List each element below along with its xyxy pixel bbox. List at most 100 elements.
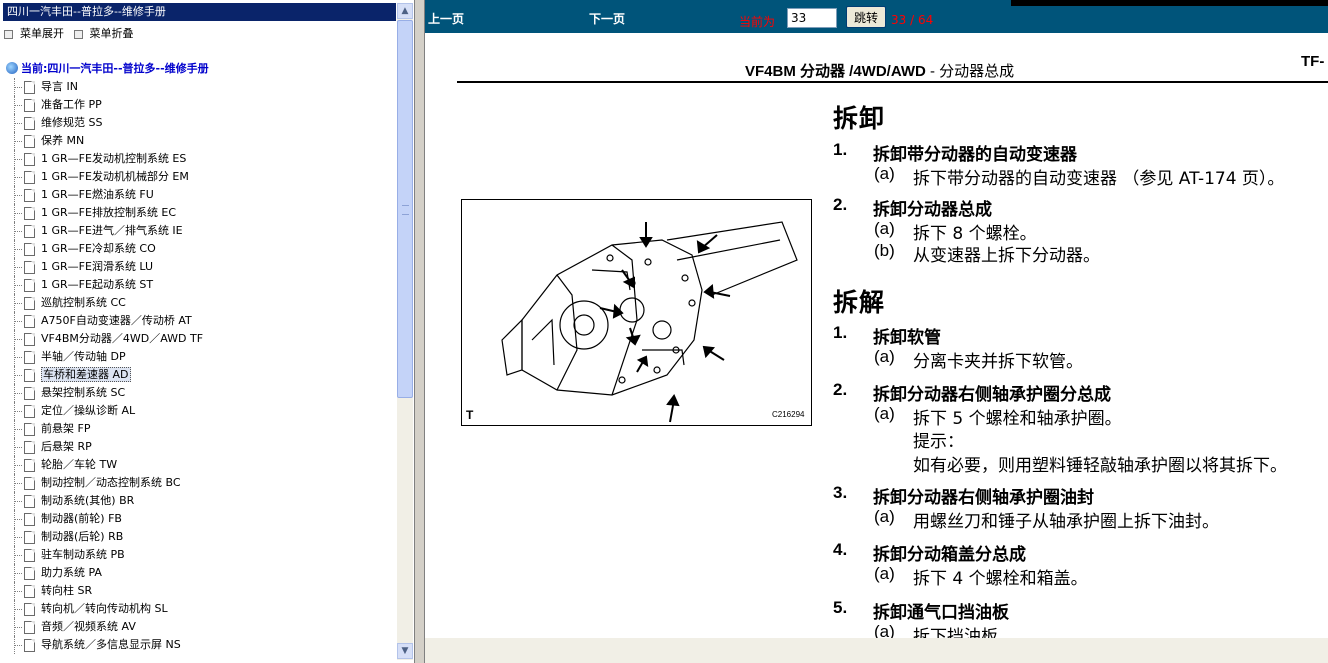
frame-splitter[interactable] [415, 0, 424, 663]
tree-branch [14, 537, 22, 538]
step-title: 拆卸分动器右侧轴承护圈油封 [873, 488, 1094, 508]
tree-item-label: 1 GR—FE进气／排气系统 IE [41, 224, 183, 237]
tree-item[interactable]: 准备工作 PP [0, 96, 396, 114]
tree-item[interactable]: 轮胎／车轮 TW [0, 456, 396, 474]
document-icon [24, 189, 35, 202]
jump-button[interactable]: 跳转 [846, 6, 886, 28]
tree-branch [14, 339, 22, 340]
tree-item[interactable]: 定位／操纵诊断 AL [0, 402, 396, 420]
tree-item[interactable]: 1 GR—FE燃油系统 FU [0, 186, 396, 204]
substep-letter: (b) [874, 241, 895, 260]
scroll-up-button[interactable]: ▲ [397, 3, 413, 19]
document-icon [24, 495, 35, 508]
tree-item[interactable]: 1 GR—FE发动机控制系统 ES [0, 150, 396, 168]
tree-item[interactable]: 导言 IN [0, 78, 396, 96]
tree-root[interactable]: 当前:四川一汽丰田--普拉多--维修手册 [6, 60, 209, 76]
next-page-link[interactable]: 下一页 [589, 10, 625, 27]
tree-item[interactable]: 制动器(后轮) RB [0, 528, 396, 546]
substep-letter: (a) [874, 507, 895, 526]
tree-item[interactable]: 悬架控制系统 SC [0, 384, 396, 402]
tree-branch [14, 231, 22, 232]
document-icon [24, 639, 35, 652]
tree-item-label: 1 GR—FE燃油系统 FU [41, 188, 154, 201]
tree-item[interactable]: 助力系统 PA [0, 564, 396, 582]
document-icon [24, 99, 35, 112]
tree-item[interactable]: 半轴／传动轴 DP [0, 348, 396, 366]
tree-item[interactable]: 1 GR—FE发动机机械部分 EM [0, 168, 396, 186]
tree-item[interactable]: A750F自动变速器／传动桥 AT [0, 312, 396, 330]
step-number: 3. [833, 483, 848, 502]
section-title-disassembly: 拆解 [833, 288, 886, 317]
tree-branch [14, 267, 22, 268]
horizontal-scrollbar[interactable] [425, 638, 1328, 663]
tree-branch [14, 411, 22, 412]
scroll-thumb[interactable] [397, 20, 413, 398]
document-icon [24, 405, 35, 418]
tree-item-label: 准备工作 PP [41, 98, 102, 111]
step-title: 拆卸软管 [873, 328, 941, 348]
tree-item-label: 1 GR—FE冷却系统 CO [41, 242, 156, 255]
tree-branch [14, 573, 22, 574]
tree-item[interactable]: 1 GR—FE起动系统 ST [0, 276, 396, 294]
tree-item[interactable]: VF4BM分动器／4WD／AWD TF [0, 330, 396, 348]
substep-text: 拆下 5 个螺栓和轴承护圈。 [913, 409, 1122, 429]
tree-item[interactable]: 车桥和差速器 AD [0, 366, 396, 384]
document-icon [24, 135, 35, 148]
tree-item[interactable]: 制动控制／动态控制系统 BC [0, 474, 396, 492]
scroll-down-button[interactable]: ▼ [397, 643, 413, 659]
substep-text: 用螺丝刀和锤子从轴承护圈上拆下油封。 [913, 512, 1219, 532]
tree-item[interactable]: 驻车制动系统 PB [0, 546, 396, 564]
tree-item-label: 转向柱 SR [41, 584, 93, 597]
tree-item-label: 定位／操纵诊断 AL [41, 404, 136, 417]
tree-branch [14, 519, 22, 520]
expand-menu-button[interactable]: 菜单展开 [4, 25, 64, 41]
tree-branch [14, 87, 22, 88]
document-icon [24, 387, 35, 400]
document-icon [24, 261, 35, 274]
tree-item[interactable]: 制动器(前轮) FB [0, 510, 396, 528]
document-viewer: 上一页 下一页 当前为 跳转 33 / 64 VF4BM 分动器 /4WD/AW… [424, 0, 1328, 663]
tree-item-label: VF4BM分动器／4WD／AWD TF [41, 332, 204, 345]
tree-item[interactable]: 保养 MN [0, 132, 396, 150]
document-page: VF4BM 分动器 /4WD/AWD - 分动器总成 TF- T C216294… [425, 33, 1328, 638]
tree-item[interactable]: 1 GR—FE排放控制系统 EC [0, 204, 396, 222]
tree-item-label: 半轴／传动轴 DP [41, 350, 126, 363]
section-title-removal: 拆卸 [833, 104, 886, 133]
page-number-input[interactable] [787, 8, 837, 28]
step-number: 2. [833, 380, 848, 399]
tree-item[interactable]: 巡航控制系统 CC [0, 294, 396, 312]
tree-root-label: 当前:四川一汽丰田--普拉多--维修手册 [21, 62, 209, 75]
tree-item[interactable]: 后悬架 RP [0, 438, 396, 456]
tree-item[interactable]: 导航系统／多信息显示屏 NS [0, 636, 396, 654]
collapse-menu-button[interactable]: 菜单折叠 [73, 25, 134, 41]
document-icon [24, 513, 35, 526]
tree-item-label: 1 GR—FE起动系统 ST [41, 278, 154, 291]
tree-item[interactable]: 转向机／转向传动机构 SL [0, 600, 396, 618]
tree-item-label: 悬架控制系统 SC [41, 386, 126, 399]
tree-item[interactable]: 前悬架 FP [0, 420, 396, 438]
tree-item[interactable]: 转向柱 SR [0, 582, 396, 600]
tree-item-label: 助力系统 PA [41, 566, 102, 579]
tree-item-label: 驻车制动系统 PB [41, 548, 125, 561]
tree-item[interactable]: 1 GR—FE润滑系统 LU [0, 258, 396, 276]
tree-branch [14, 321, 22, 322]
tree-item-label: 转向机／转向传动机构 SL [41, 602, 168, 615]
menu-controls: 菜单展开 菜单折叠 [4, 25, 140, 41]
document-icon [24, 243, 35, 256]
substep-letter: (a) [874, 219, 895, 238]
substep-text: 从变速器上拆下分动器。 [913, 246, 1100, 266]
prev-page-link[interactable]: 上一页 [428, 10, 464, 27]
tree-item[interactable]: 维修规范 SS [0, 114, 396, 132]
tree-item[interactable]: 1 GR—FE冷却系统 CO [0, 240, 396, 258]
step-title: 拆卸分动器右侧轴承护圈分总成 [873, 385, 1111, 405]
tree-item[interactable]: 音频／视频系统 AV [0, 618, 396, 636]
tree-branch [14, 303, 22, 304]
tree-scrollbar[interactable]: ▲ ▼ [397, 3, 413, 660]
tree-item[interactable]: 制动系统(其他) BR [0, 492, 396, 510]
tree-item[interactable]: 1 GR—FE进气／排气系统 IE [0, 222, 396, 240]
document-icon [24, 117, 35, 130]
panel-title: 四川一汽丰田--普拉多--维修手册 [3, 3, 396, 21]
header-title: VF4BM 分动器 /4WD/AWD [745, 63, 926, 80]
document-icon [24, 369, 35, 382]
substep-text: 分离卡夹并拆下软管。 [913, 352, 1083, 372]
